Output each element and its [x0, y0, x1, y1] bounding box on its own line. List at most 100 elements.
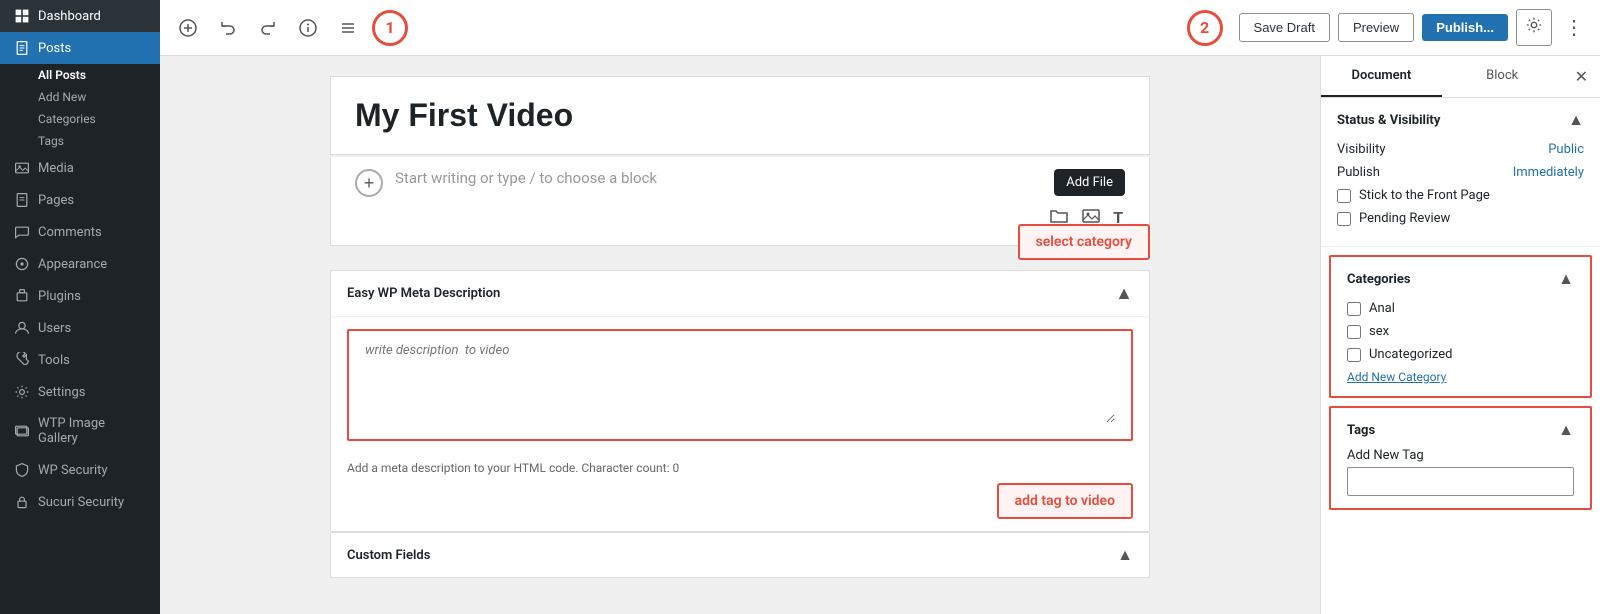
- category-sex-row: sex: [1347, 324, 1574, 339]
- meta-description-input[interactable]: [365, 343, 1115, 423]
- tags-section-header: Tags ▲: [1347, 420, 1574, 440]
- paint-icon: [14, 256, 30, 272]
- stick-front-page-label: Stick to the Front Page: [1359, 188, 1490, 203]
- preview-button[interactable]: Preview: [1338, 13, 1414, 42]
- sidebar-item-settings[interactable]: Settings: [0, 376, 160, 408]
- annotation-1: 1: [372, 10, 408, 46]
- categories-section: Categories ▲ Anal sex Uncategorized Add …: [1329, 255, 1592, 398]
- shield-icon: [14, 462, 30, 478]
- undo-button[interactable]: [212, 12, 244, 44]
- sidebar-comments-label: Comments: [38, 225, 102, 240]
- add-new-category-link[interactable]: Add New Category: [1347, 370, 1574, 384]
- meta-footer: Add a meta description to your HTML code…: [331, 453, 1149, 483]
- stick-front-page-row: Stick to the Front Page: [1337, 188, 1584, 203]
- category-anal-checkbox[interactable]: [1347, 302, 1361, 316]
- tab-block[interactable]: Block: [1442, 56, 1563, 97]
- sidebar-item-appearance[interactable]: Appearance: [0, 248, 160, 280]
- publish-button[interactable]: Publish...: [1422, 14, 1508, 41]
- tab-document[interactable]: Document: [1321, 56, 1442, 97]
- sidebar-item-plugins[interactable]: Plugins: [0, 280, 160, 312]
- sidebar-item-tools[interactable]: Tools: [0, 344, 160, 376]
- category-uncategorized-checkbox[interactable]: [1347, 348, 1361, 362]
- add-tag-label: add tag to video: [997, 483, 1133, 519]
- custom-fields-section: Custom Fields ▲: [330, 532, 1150, 578]
- save-draft-button[interactable]: Save Draft: [1239, 13, 1330, 42]
- add-block-button[interactable]: [172, 12, 204, 44]
- comment-icon: [14, 224, 30, 240]
- sidebar-plugins-label: Plugins: [38, 289, 81, 304]
- settings-gear-icon: [1525, 16, 1543, 34]
- content-area: + Start writing or type / to choose a bl…: [160, 56, 1600, 614]
- categories-toggle[interactable]: ▲: [1558, 269, 1574, 289]
- category-sex-checkbox[interactable]: [1347, 325, 1361, 339]
- status-section-toggle[interactable]: ▲: [1568, 110, 1584, 130]
- meta-section-title: Easy WP Meta Description: [347, 286, 500, 301]
- wrench-icon: [14, 352, 30, 368]
- user-icon: [14, 320, 30, 336]
- more-options-button[interactable]: ⋮: [1560, 11, 1588, 44]
- sidebar-sub-add-new[interactable]: Add New: [0, 86, 160, 108]
- sidebar-sub-all-posts[interactable]: All Posts: [0, 64, 160, 86]
- panel-close-button[interactable]: ✕: [1563, 59, 1600, 94]
- sidebar-item-sucuri-security[interactable]: Sucuri Security: [0, 486, 160, 518]
- status-visibility-section: Status & Visibility ▲ Visibility Public …: [1321, 98, 1600, 247]
- panel-tabs-row: Document Block ✕: [1321, 56, 1600, 98]
- stick-front-page-checkbox[interactable]: [1337, 189, 1351, 203]
- category-anal-label: Anal: [1369, 301, 1395, 316]
- sidebar-pages-label: Pages: [38, 193, 74, 208]
- category-anal-row: Anal: [1347, 301, 1574, 316]
- custom-fields-toggle[interactable]: ▲: [1117, 545, 1133, 565]
- toolbar-right: Save Draft Preview Publish... ⋮: [1239, 9, 1588, 46]
- sidebar-item-pages[interactable]: Pages: [0, 184, 160, 216]
- sidebar-item-comments[interactable]: Comments: [0, 216, 160, 248]
- visibility-row: Visibility Public: [1337, 142, 1584, 157]
- sidebar-settings-label: Settings: [38, 385, 85, 400]
- custom-fields-title: Custom Fields: [347, 548, 430, 563]
- publish-value[interactable]: Immediately: [1513, 165, 1584, 180]
- meta-section-toggle[interactable]: ▲: [1115, 283, 1133, 304]
- post-title-input[interactable]: [355, 97, 1125, 134]
- visibility-label: Visibility: [1337, 142, 1386, 157]
- title-block: [330, 76, 1150, 155]
- sidebar-item-wtp-image-gallery[interactable]: WTP Image Gallery: [0, 408, 160, 454]
- redo-button[interactable]: [252, 12, 284, 44]
- sidebar-wtp-label: WTP Image Gallery: [38, 416, 146, 446]
- add-file-tooltip[interactable]: Add File: [1054, 169, 1125, 196]
- publish-row: Publish Immediately: [1337, 165, 1584, 180]
- add-block-inline-button[interactable]: +: [355, 169, 383, 197]
- sidebar-sub-categories[interactable]: Categories: [0, 108, 160, 130]
- details-button[interactable]: [292, 12, 324, 44]
- tags-toggle[interactable]: ▲: [1558, 420, 1574, 440]
- sidebar-sucuri-label: Sucuri Security: [38, 495, 124, 510]
- toolbar: 1 2 Save Draft Preview Publish... ⋮: [160, 0, 1600, 56]
- sidebar-item-users[interactable]: Users: [0, 312, 160, 344]
- gallery-icon: [14, 423, 30, 439]
- editor: + Start writing or type / to choose a bl…: [160, 56, 1320, 614]
- add-new-tag-label: Add New Tag: [1347, 448, 1424, 463]
- sidebar-sub-tags[interactable]: Tags: [0, 130, 160, 152]
- pending-review-label: Pending Review: [1359, 211, 1450, 226]
- meta-textarea-wrapper: [347, 329, 1133, 441]
- sidebar-item-posts[interactable]: Posts: [0, 32, 160, 64]
- tags-title: Tags: [1347, 423, 1375, 438]
- settings-button[interactable]: [1516, 9, 1552, 46]
- list-view-button[interactable]: [332, 12, 364, 44]
- sidebar-item-dashboard[interactable]: Dashboard: [0, 0, 160, 32]
- tags-input[interactable]: [1347, 467, 1574, 496]
- sidebar-appearance-label: Appearance: [38, 257, 107, 272]
- status-section-title: Status & Visibility: [1337, 113, 1440, 128]
- gear-icon: [14, 384, 30, 400]
- redo-icon: [258, 18, 278, 38]
- tags-section: Tags ▲ Add New Tag: [1329, 406, 1592, 510]
- meta-description-section: Easy WP Meta Description ▲ Add a meta de…: [330, 270, 1150, 532]
- undo-icon: [218, 18, 238, 38]
- page-icon: [14, 192, 30, 208]
- visibility-value[interactable]: Public: [1548, 142, 1584, 157]
- category-uncategorized-label: Uncategorized: [1369, 347, 1452, 362]
- sidebar-item-media[interactable]: Media: [0, 152, 160, 184]
- lock-icon: [14, 494, 30, 510]
- sidebar-item-wp-security[interactable]: WP Security: [0, 454, 160, 486]
- document-icon: [14, 40, 30, 56]
- body-placeholder: Start writing or type / to choose a bloc…: [395, 169, 1035, 233]
- pending-review-checkbox[interactable]: [1337, 212, 1351, 226]
